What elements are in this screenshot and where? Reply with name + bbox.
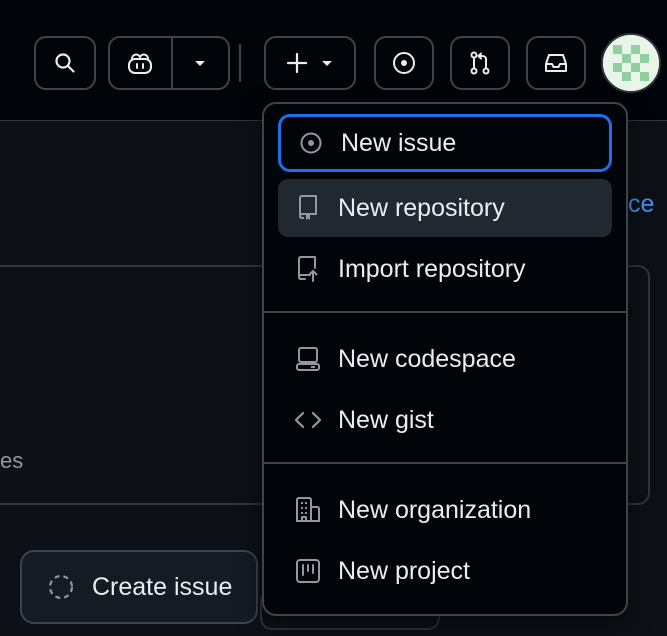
plus-icon <box>286 52 308 74</box>
menu-item-label: New project <box>338 556 470 585</box>
menu-item-new-project[interactable]: New project <box>278 542 612 600</box>
menu-item-label: New gist <box>338 405 434 434</box>
copilot-button-group <box>108 36 230 90</box>
avatar-identicon <box>603 35 659 91</box>
create-new-menu: New issue New repository Import reposito… <box>262 102 628 616</box>
chevron-down-icon <box>322 61 332 66</box>
organization-icon <box>294 496 322 524</box>
menu-item-label: New issue <box>341 128 457 157</box>
background-link-fragment[interactable]: ce <box>628 190 654 219</box>
menu-divider <box>264 462 626 464</box>
background-card <box>0 265 290 505</box>
chevron-down-icon <box>195 61 206 66</box>
create-issue-button[interactable]: Create issue <box>20 550 258 624</box>
menu-item-label: New organization <box>338 495 532 524</box>
repo-icon <box>294 194 322 222</box>
menu-divider <box>264 311 626 313</box>
header-divider <box>239 44 241 82</box>
menu-item-label: New repository <box>338 193 505 222</box>
background-card-text-fragment: es <box>0 448 24 473</box>
copilot-dropdown-button[interactable] <box>170 38 228 88</box>
repo-push-icon <box>294 255 322 283</box>
copilot-icon <box>128 53 153 74</box>
avatar[interactable] <box>601 33 661 93</box>
issue-circle-icon <box>393 52 415 74</box>
project-icon <box>294 557 322 585</box>
menu-item-new-codespace[interactable]: New codespace <box>278 330 612 388</box>
codespaces-icon <box>294 345 322 373</box>
menu-item-new-organization[interactable]: New organization <box>278 481 612 539</box>
create-issue-label: Create issue <box>92 572 233 601</box>
pull-request-icon <box>470 51 490 75</box>
menu-item-new-gist[interactable]: New gist <box>278 391 612 449</box>
menu-item-label: Import repository <box>338 254 526 283</box>
menu-item-new-repository[interactable]: New repository <box>278 179 612 237</box>
issue-opened-icon <box>297 129 325 157</box>
code-icon <box>294 406 322 434</box>
copilot-button[interactable] <box>110 38 171 88</box>
issues-button[interactable] <box>374 36 434 90</box>
menu-item-import-repository[interactable]: Import repository <box>278 240 612 298</box>
create-new-button[interactable] <box>264 36 356 90</box>
search-button[interactable] <box>34 36 96 90</box>
menu-item-label: New codespace <box>338 344 516 373</box>
search-icon <box>55 53 75 73</box>
inbox-icon <box>545 54 567 72</box>
menu-item-new-issue[interactable]: New issue <box>278 114 612 172</box>
dashed-circle-icon <box>48 574 74 600</box>
inbox-button[interactable] <box>526 36 586 90</box>
pull-requests-button[interactable] <box>450 36 510 90</box>
